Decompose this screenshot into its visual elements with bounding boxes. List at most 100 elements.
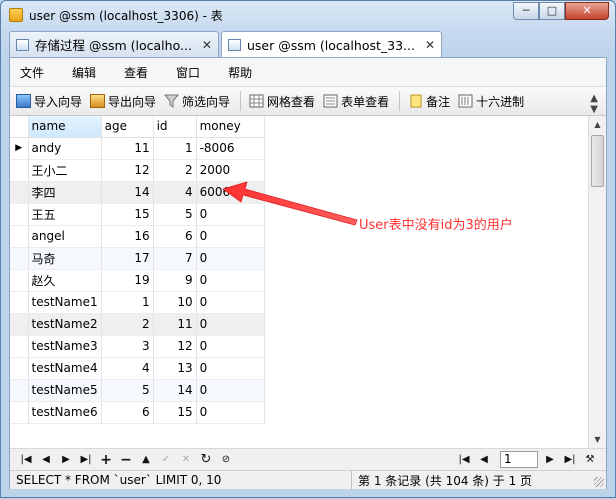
vertical-scrollbar[interactable]: ▲ ▼ [588, 116, 606, 448]
column-header-age[interactable]: age [101, 116, 154, 138]
table-row[interactable]: 马奇 17 7 0 [10, 247, 265, 270]
cell-age[interactable]: 6 [101, 401, 154, 424]
table-row[interactable]: testName2 2 11 0 [10, 313, 265, 336]
cell-id[interactable]: 14 [153, 379, 197, 402]
cell-age[interactable]: 19 [101, 269, 154, 292]
table-row[interactable]: ▶ andy 11 1 -8006 [10, 137, 265, 160]
menu-file[interactable]: 文件 [20, 64, 44, 81]
cell-money[interactable]: 0 [196, 247, 265, 270]
filter-wizard-button[interactable]: 筛选向导 [164, 93, 230, 110]
cell-money[interactable]: 0 [196, 291, 265, 314]
cell-age[interactable]: 12 [101, 159, 154, 182]
cell-money[interactable]: -8006 [196, 137, 265, 160]
discard-icon[interactable]: ✕ [178, 454, 194, 465]
hex-button[interactable]: 十六进制 [458, 93, 524, 110]
cell-age[interactable]: 3 [101, 335, 154, 358]
cell-money[interactable]: 0 [196, 401, 265, 424]
cell-id[interactable]: 4 [153, 181, 197, 204]
next-record-icon[interactable]: ▶ [58, 454, 74, 465]
column-header-money[interactable]: money [196, 116, 265, 138]
tab-stored-procedure[interactable]: 存储过程 @ssm (localho... ✕ [9, 31, 219, 57]
scroll-down-icon[interactable]: ▼ [589, 431, 606, 448]
scroll-up-icon[interactable]: ▲ [589, 116, 606, 133]
cell-age[interactable]: 14 [101, 181, 154, 204]
prev-page-icon[interactable]: ◀ [476, 454, 492, 465]
cell-money[interactable]: 2000 [196, 159, 265, 182]
apply-icon[interactable]: ▲ [138, 454, 154, 465]
cell-money[interactable]: 0 [196, 357, 265, 380]
close-button[interactable]: ✕ [565, 2, 609, 20]
cell-name[interactable]: testName1 [28, 291, 102, 314]
column-header-id[interactable]: id [153, 116, 197, 138]
cell-id[interactable]: 6 [153, 225, 197, 248]
cell-age[interactable]: 5 [101, 379, 154, 402]
cell-name[interactable]: 王五 [28, 203, 102, 226]
cell-money[interactable]: 0 [196, 335, 265, 358]
cell-id[interactable]: 10 [153, 291, 197, 314]
cell-money[interactable]: 0 [196, 203, 265, 226]
cell-id[interactable]: 15 [153, 401, 197, 424]
stop-icon[interactable]: ⊘ [218, 454, 234, 465]
cell-name[interactable]: testName4 [28, 357, 102, 380]
cell-age[interactable]: 16 [101, 225, 154, 248]
last-record-icon[interactable]: ▶| [78, 454, 94, 465]
next-page-icon[interactable]: ▶ [542, 454, 558, 465]
table-row[interactable]: testName1 1 10 0 [10, 291, 265, 314]
cell-id[interactable]: 9 [153, 269, 197, 292]
cell-age[interactable]: 17 [101, 247, 154, 270]
cell-name[interactable]: testName6 [28, 401, 102, 424]
scroll-thumb[interactable] [591, 135, 604, 187]
menu-edit[interactable]: 编辑 [72, 64, 96, 81]
cell-name[interactable]: testName2 [28, 313, 102, 336]
tab-user-table[interactable]: user @ssm (localhost_33... ✕ [220, 31, 443, 58]
cell-age[interactable]: 2 [101, 313, 154, 336]
grid-view-button[interactable]: 网格查看 [249, 93, 315, 110]
import-wizard-button[interactable]: 导入向导 [16, 93, 82, 110]
form-view-button[interactable]: 表单查看 [323, 93, 389, 110]
cell-name[interactable]: 王小二 [28, 159, 102, 182]
table-row[interactable]: testName5 5 14 0 [10, 379, 265, 402]
table-row[interactable]: 赵久 19 9 0 [10, 269, 265, 292]
cell-id[interactable]: 13 [153, 357, 197, 380]
cell-name[interactable]: testName3 [28, 335, 102, 358]
prev-record-icon[interactable]: ◀ [38, 454, 54, 465]
page-number-input[interactable]: 1 [500, 451, 538, 468]
resize-grip-icon[interactable] [594, 477, 604, 487]
delete-record-icon[interactable]: − [118, 452, 134, 468]
cell-id[interactable]: 7 [153, 247, 197, 270]
cell-id[interactable]: 2 [153, 159, 197, 182]
settings-icon[interactable]: ⚒ [582, 454, 598, 465]
menu-help[interactable]: 帮助 [228, 64, 252, 81]
cell-id[interactable]: 1 [153, 137, 197, 160]
table-row[interactable]: testName4 4 13 0 [10, 357, 265, 380]
minimize-button[interactable]: ─ [513, 2, 539, 20]
table-row[interactable]: 李四 14 4 6006 [10, 181, 265, 204]
cell-money[interactable]: 0 [196, 379, 265, 402]
first-page-icon[interactable]: |◀ [456, 454, 472, 465]
first-record-icon[interactable]: |◀ [18, 454, 34, 465]
cell-name[interactable]: testName5 [28, 379, 102, 402]
column-header-name[interactable]: name [28, 116, 102, 138]
cell-name[interactable]: 李四 [28, 181, 102, 204]
menu-window[interactable]: 窗口 [176, 64, 200, 81]
cell-age[interactable]: 4 [101, 357, 154, 380]
refresh-icon[interactable]: ↻ [198, 452, 214, 467]
table-row[interactable]: testName3 3 12 0 [10, 335, 265, 358]
cell-money[interactable]: 0 [196, 269, 265, 292]
check-icon[interactable]: ✓ [158, 454, 174, 465]
cell-name[interactable]: angel [28, 225, 102, 248]
cell-id[interactable]: 11 [153, 313, 197, 336]
cell-age[interactable]: 1 [101, 291, 154, 314]
cell-money[interactable]: 6006 [196, 181, 265, 204]
add-record-icon[interactable]: + [98, 452, 114, 468]
cell-id[interactable]: 12 [153, 335, 197, 358]
table-row[interactable]: 王五 15 5 0 [10, 203, 265, 226]
cell-name[interactable]: andy [28, 137, 102, 160]
cell-money[interactable]: 0 [196, 313, 265, 336]
cell-name[interactable]: 赵久 [28, 269, 102, 292]
note-button[interactable]: 备注 [408, 93, 450, 110]
menu-view[interactable]: 查看 [124, 64, 148, 81]
last-page-icon[interactable]: ▶| [562, 454, 578, 465]
cell-age[interactable]: 11 [101, 137, 154, 160]
cell-money[interactable]: 0 [196, 225, 265, 248]
